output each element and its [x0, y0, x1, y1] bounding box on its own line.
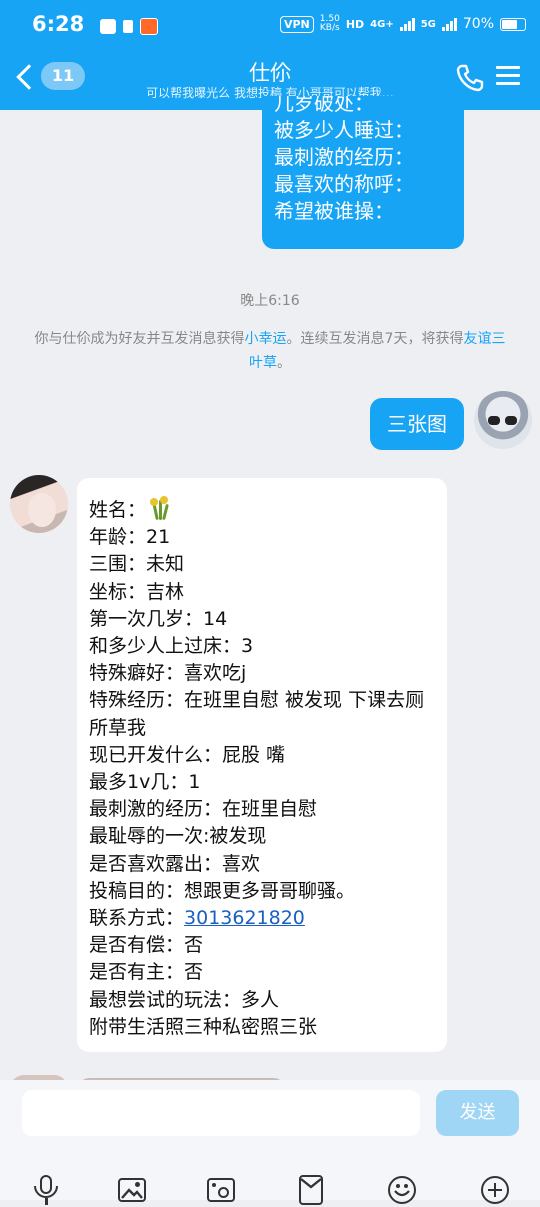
message-line: 最喜欢的称呼： [274, 172, 414, 196]
message-line: 和多少人上过床：3 [89, 635, 254, 658]
menu-icon[interactable] [496, 66, 520, 86]
notification-app-icon [100, 19, 116, 34]
sent-message-bubble[interactable]: 几岁破处： 被多少人睡过： 最刺激的经历： 最喜欢的称呼： 希望被谁操： [262, 96, 464, 249]
microphone-icon[interactable] [29, 1173, 63, 1207]
battery-icon [500, 17, 526, 31]
message-line: 年龄：21 [89, 526, 171, 549]
image-icon[interactable] [115, 1173, 149, 1207]
message-line: 希望被谁操： [274, 199, 394, 223]
friendship-notice: 你与仕伱成为好友并互发消息获得小幸运。连续互发消息7天，将获得友谊三叶草。 [34, 331, 506, 371]
contact-avatar[interactable] [10, 475, 68, 533]
message-line: 特殊经历：在班里自慰 被发现 下课去厕所草我 [89, 689, 425, 739]
red-packet-icon[interactable] [294, 1173, 328, 1207]
contact-number-link[interactable]: 3013621820 [184, 907, 305, 929]
network-4g-label: 4G+ [370, 18, 394, 30]
plus-icon[interactable] [478, 1173, 512, 1207]
message-line: 被多少人睡过： [274, 118, 414, 142]
input-bar: 发送 [0, 1080, 540, 1205]
signal-icon [399, 17, 415, 31]
notification-icons [100, 18, 158, 35]
message-line: 最刺激的经历： [274, 145, 414, 169]
message-line: 最多1v几：1 [89, 771, 201, 794]
message-line: 坐标：吉林 [89, 580, 185, 603]
message-line: 第一次几岁：14 [89, 607, 228, 630]
message-timestamp: 晚上6:16 [240, 293, 300, 309]
message-line: 最刺激的经历：在班里自慰 [89, 798, 318, 821]
network-5g-label: 5G [420, 18, 436, 30]
glasses-icon [488, 416, 518, 426]
message-line: 三围：未知 [89, 553, 185, 576]
emoji-icon[interactable] [385, 1173, 419, 1207]
message-line: 最耻辱的一次:被发现 [89, 825, 267, 848]
message-line: 是否有主：否 [89, 961, 204, 984]
header-bar: 6:28 VPN 1.50 KB/s HD 4G+ 5G 70% 11 仕伱 可… [0, 0, 540, 110]
message-line: 是否喜欢露出：喜欢 [89, 852, 261, 875]
message-line: 投稿目的：想跟更多哥哥聊骚。 [89, 879, 356, 902]
status-bar: 6:28 VPN 1.50 KB/s HD 4G+ 5G 70% [0, 0, 540, 52]
message-line: 几岁破处： [274, 96, 374, 115]
contact-label: 联系方式： [89, 907, 185, 930]
message-line: 特殊癖好：喜欢吃j [89, 662, 247, 685]
vpn-icon: VPN [279, 15, 314, 33]
flower-emoji-icon [146, 496, 172, 521]
battery-percent: 70% [462, 16, 494, 32]
received-message-bubble[interactable]: 姓名： 年龄：21 三围：未知 坐标：吉林 第一次几岁：14 和多少人上过床：3… [77, 478, 447, 1052]
message-line: 现已开发什么：屁股 嘴 [89, 743, 286, 766]
message-line: 姓名： [89, 499, 147, 521]
network-speed: 1.50 KB/s [319, 14, 340, 33]
sent-message-bubble[interactable]: 三张图 [370, 398, 464, 450]
notification-cat-icon [123, 20, 133, 33]
message-input[interactable] [22, 1090, 420, 1136]
status-time: 6:28 [32, 12, 85, 36]
lucky-link[interactable]: 小幸运 [245, 331, 287, 347]
my-avatar[interactable] [474, 391, 532, 449]
signal-icon-2 [441, 17, 457, 31]
send-button[interactable]: 发送 [436, 1090, 519, 1136]
status-indicators: VPN 1.50 KB/s HD 4G+ 5G 70% [279, 14, 526, 33]
message-line: 附带生活照三种私密照三张 [89, 1015, 318, 1038]
message-line: 最想尝试的玩法：多人 [89, 988, 280, 1011]
message-line: 是否有偿：否 [89, 934, 204, 957]
camera-icon[interactable] [204, 1173, 238, 1207]
phone-icon[interactable] [454, 62, 486, 94]
hd-icon: HD [345, 17, 365, 31]
notification-app2-icon [140, 18, 158, 35]
